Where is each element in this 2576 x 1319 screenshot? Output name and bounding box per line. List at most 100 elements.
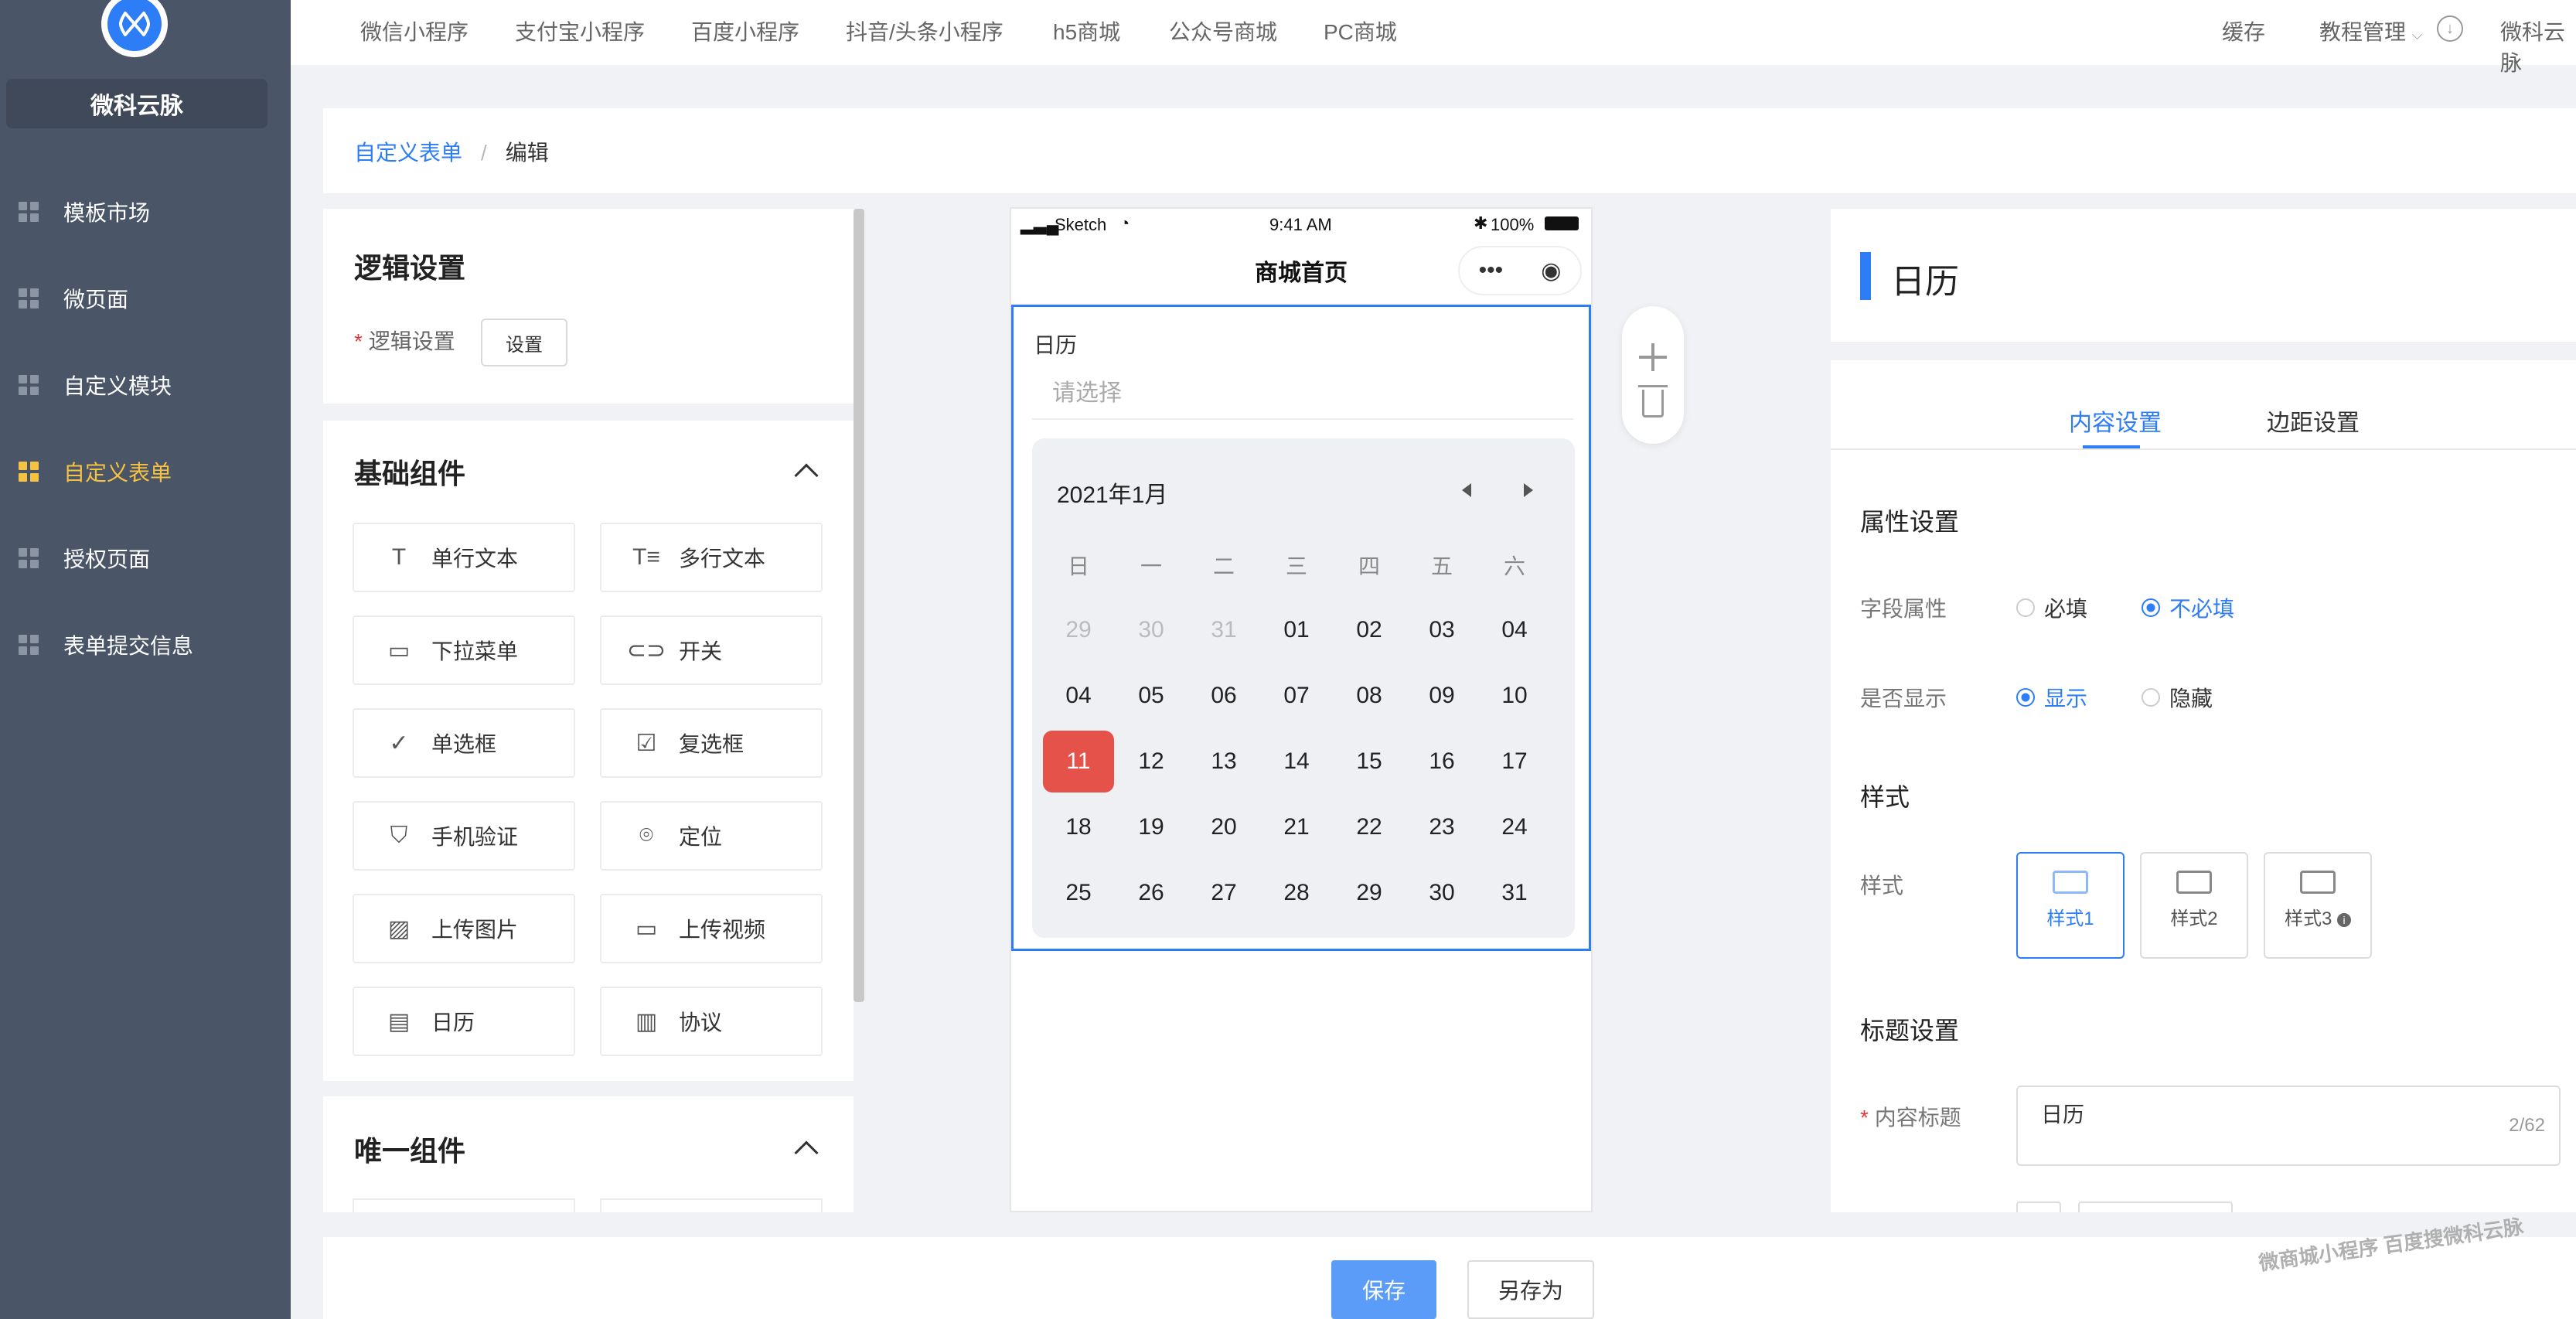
calendar-day[interactable]: 15	[1334, 731, 1405, 792]
sidebar-item-template-market[interactable]: 模板市场	[0, 169, 291, 255]
calendar-day[interactable]: 04	[1043, 665, 1114, 727]
component-phone-verify[interactable]: ⛉ 手机验证	[353, 801, 575, 871]
component-upload-video[interactable]: ▭ 上传视频	[600, 894, 823, 963]
calendar-day[interactable]: 29	[1043, 599, 1114, 661]
calendar-day[interactable]: 30	[1406, 862, 1477, 924]
calendar-day[interactable]: 08	[1334, 665, 1405, 727]
component-switch[interactable]: ⊂⊃ 开关	[600, 615, 823, 685]
close-target-icon[interactable]: ◉	[1541, 257, 1561, 285]
calendar-day[interactable]: 30	[1116, 599, 1187, 661]
component-placeholder[interactable]	[353, 1198, 575, 1212]
collapse-icon[interactable]	[794, 1140, 819, 1165]
calendar-day[interactable]: 25	[1043, 862, 1114, 924]
calendar-day[interactable]: 29	[1334, 862, 1405, 924]
tab-pc-mall[interactable]: PC商城	[1324, 15, 1397, 46]
calendar-day[interactable]: 27	[1188, 862, 1259, 924]
calendar-day[interactable]: 01	[1261, 599, 1332, 661]
tab-wechat-miniapp[interactable]: 微信小程序	[360, 15, 469, 46]
prev-month-icon[interactable]	[1462, 483, 1471, 497]
content-title-input[interactable]: 日历 2/62	[2016, 1086, 2561, 1166]
save-as-button[interactable]: 另存为	[1467, 1260, 1594, 1319]
cache-link[interactable]: 缓存	[2222, 15, 2265, 46]
color-picker[interactable]	[2016, 1201, 2061, 1212]
component-radio[interactable]: ✓ 单选框	[353, 708, 575, 778]
download-icon[interactable]: ↓	[2437, 15, 2463, 42]
calendar-day[interactable]: 07	[1261, 665, 1332, 727]
calendar-day[interactable]: 18	[1043, 796, 1114, 858]
calendar-day[interactable]: 13	[1188, 731, 1259, 792]
calendar-day[interactable]: 20	[1188, 796, 1259, 858]
collapse-icon[interactable]	[794, 463, 819, 488]
radio-show[interactable]: 显示	[2016, 682, 2087, 713]
signal-icon: ▂▃▄	[1021, 215, 1059, 234]
calendar-day[interactable]: 28	[1261, 862, 1332, 924]
left-panel-scrollbar[interactable]	[854, 209, 864, 1002]
calendar-day[interactable]: 04	[1479, 599, 1550, 661]
calendar-day[interactable]: 09	[1406, 665, 1477, 727]
logic-settings-button[interactable]: 设置	[481, 319, 567, 366]
calendar-day[interactable]: 05	[1116, 665, 1187, 727]
calendar-day[interactable]: 17	[1479, 731, 1550, 792]
color-input[interactable]	[2078, 1201, 2233, 1212]
calendar-day[interactable]: 19	[1116, 796, 1187, 858]
calendar-day[interactable]: 26	[1116, 862, 1187, 924]
document-icon: ▥	[635, 1008, 658, 1034]
component-calendar[interactable]: ▤ 日历	[353, 987, 575, 1056]
calendar-day[interactable]: 03	[1406, 599, 1477, 661]
radio-hide[interactable]: 隐藏	[2142, 682, 2213, 713]
component-upload-image[interactable]: ▨ 上传图片	[353, 894, 575, 963]
component-checkbox[interactable]: ☑ 复选框	[600, 708, 823, 778]
add-icon[interactable]	[1639, 343, 1667, 371]
component-multi-line-text[interactable]: T≡ 多行文本	[600, 523, 823, 592]
style-option-3[interactable]: 样式3 i	[2264, 852, 2372, 959]
tab-baidu-miniapp[interactable]: 百度小程序	[691, 15, 799, 46]
style-option-1[interactable]: 样式1	[2016, 852, 2125, 959]
component-single-line-text[interactable]: T 单行文本	[353, 523, 575, 592]
style-option-2[interactable]: 样式2	[2140, 852, 2248, 959]
calendar-day[interactable]: 23	[1406, 796, 1477, 858]
calendar-day[interactable]: 24	[1479, 796, 1550, 858]
sidebar-item-custom-form[interactable]: 自定义表单	[0, 428, 291, 515]
calendar-component-preview[interactable]: 日历 请选择 2021年1月 日一二三四五六 29 30 31 01 02 03 04 04 05…	[1011, 305, 1591, 951]
basic-components-card: 基础组件 T 单行文本 T≡ 多行文本 ▭ 下拉菜单 ⊂⊃ 开关 ✓ 单选框 ☑ 复选框 ⛉…	[323, 421, 854, 1081]
radio-required[interactable]: 必填	[2016, 592, 2087, 623]
style-label: 样式	[1860, 874, 1904, 898]
component-location[interactable]: ⌾ 定位	[600, 801, 823, 871]
save-button[interactable]: 保存	[1331, 1260, 1436, 1319]
tab-content-settings[interactable]: 内容设置	[2069, 404, 2162, 438]
component-dropdown[interactable]: ▭ 下拉菜单	[353, 615, 575, 685]
calendar-day[interactable]: 22	[1334, 796, 1405, 858]
calendar-day[interactable]: 02	[1334, 599, 1405, 661]
calendar-day[interactable]: 31	[1188, 599, 1259, 661]
calendar-day[interactable]: 16	[1406, 731, 1477, 792]
component-agreement[interactable]: ▥ 协议	[600, 987, 823, 1056]
sidebar-item-micro-page[interactable]: 微页面	[0, 255, 291, 342]
calendar-day[interactable]: 12	[1116, 731, 1187, 792]
calendar-placeholder[interactable]: 请选择	[1052, 373, 1122, 407]
unique-components-title: 唯一组件	[354, 1135, 466, 1167]
weekday-header: 六	[1503, 554, 1525, 578]
more-icon[interactable]: •••	[1479, 257, 1504, 284]
calendar-day[interactable]: 31	[1479, 862, 1550, 924]
calendar-day[interactable]: 11	[1043, 731, 1114, 792]
radio-not-required[interactable]: 不必填	[2142, 592, 2234, 623]
calendar-day[interactable]: 21	[1261, 796, 1332, 858]
sidebar-item-form-submissions[interactable]: 表单提交信息	[0, 602, 291, 688]
tab-official-account-mall[interactable]: 公众号商城	[1169, 15, 1277, 46]
tab-douyin-miniapp[interactable]: 抖音/头条小程序	[846, 15, 1003, 46]
sidebar-item-custom-module[interactable]: 自定义模块	[0, 342, 291, 428]
component-placeholder[interactable]	[600, 1198, 823, 1212]
breadcrumb-root[interactable]: 自定义表单	[354, 141, 462, 165]
tab-h5-mall[interactable]: h5商城	[1053, 15, 1120, 46]
next-month-icon[interactable]	[1524, 483, 1533, 497]
trash-icon[interactable]	[1638, 385, 1668, 418]
calendar-day[interactable]: 06	[1188, 665, 1259, 727]
calendar-day[interactable]: 10	[1479, 665, 1550, 727]
user-name[interactable]: 微科云脉	[2500, 15, 2576, 77]
tab-alipay-miniapp[interactable]: 支付宝小程序	[515, 15, 645, 46]
sidebar-item-auth-page[interactable]: 授权页面	[0, 515, 291, 602]
info-icon[interactable]: i	[2337, 912, 2352, 927]
tab-margin-settings[interactable]: 边距设置	[2267, 404, 2360, 438]
tutorial-menu[interactable]: 教程管理 ⌵	[2319, 15, 2422, 46]
calendar-day[interactable]: 14	[1261, 731, 1332, 792]
